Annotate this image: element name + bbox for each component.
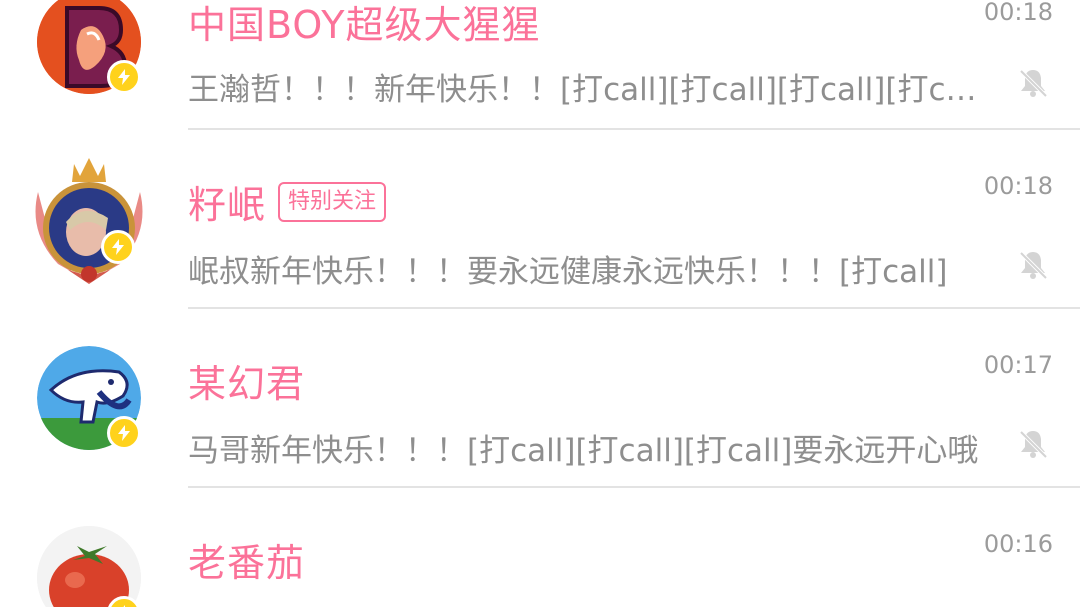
conversation-row[interactable]: 某幻君 00:17 马哥新年快乐！！！[打call][打call][打call]… bbox=[0, 317, 1080, 495]
conversation-list: 中国BOY超级大猩猩 00:18 王瀚哲！！！新年快乐！！[打call][打ca… bbox=[0, 0, 1080, 607]
contact-name[interactable]: 中国BOY超级大猩猩 bbox=[188, 0, 540, 49]
message-time: 00:16 bbox=[983, 530, 1053, 558]
message-preview: 岷叔新年快乐！！！要永远健康永远快乐！！！[打call] bbox=[188, 254, 948, 290]
conversation-row[interactable]: 籽岷 特别关注 00:18 岷叔新年快乐！！！要永远健康永远快乐！！！[打cal… bbox=[0, 138, 1080, 316]
name-line: 某幻君 bbox=[188, 353, 305, 408]
avatar[interactable] bbox=[37, 526, 141, 607]
contact-name[interactable]: 籽岷 bbox=[188, 174, 266, 229]
name-line: 老番茄 bbox=[188, 532, 305, 587]
muted-bell-icon bbox=[1019, 430, 1048, 459]
lightning-bolt-icon bbox=[107, 416, 141, 450]
contact-name[interactable]: 老番茄 bbox=[188, 532, 305, 587]
divider bbox=[188, 128, 1080, 130]
message-time: 00:17 bbox=[983, 351, 1053, 379]
message-preview: 王瀚哲！！！新年快乐！！[打call][打call][打call][打call] bbox=[188, 72, 988, 108]
contact-name[interactable]: 某幻君 bbox=[188, 353, 305, 408]
divider bbox=[188, 307, 1080, 309]
lightning-bolt-icon bbox=[101, 230, 135, 264]
avatar-image bbox=[37, 526, 141, 607]
lightning-bolt-icon bbox=[107, 60, 141, 94]
message-preview: 马哥新年快乐！！！[打call][打call][打call]要永远开心哦 bbox=[188, 433, 979, 469]
muted-bell-icon bbox=[1019, 251, 1048, 280]
message-time: 00:18 bbox=[983, 0, 1053, 26]
special-follow-tag: 特别关注 bbox=[278, 181, 387, 222]
conversation-row[interactable]: 中国BOY超级大猩猩 00:18 王瀚哲！！！新年快乐！！[打call][打ca… bbox=[0, 0, 1080, 138]
name-line: 中国BOY超级大猩猩 bbox=[188, 0, 540, 49]
name-line: 籽岷 特别关注 bbox=[188, 174, 387, 229]
avatar-image bbox=[35, 158, 143, 284]
message-time: 00:18 bbox=[983, 172, 1053, 200]
avatar[interactable] bbox=[28, 152, 150, 292]
divider bbox=[188, 486, 1080, 488]
muted-bell-icon bbox=[1019, 69, 1048, 98]
conversation-row[interactable]: 老番茄 00:16 bbox=[0, 496, 1080, 607]
